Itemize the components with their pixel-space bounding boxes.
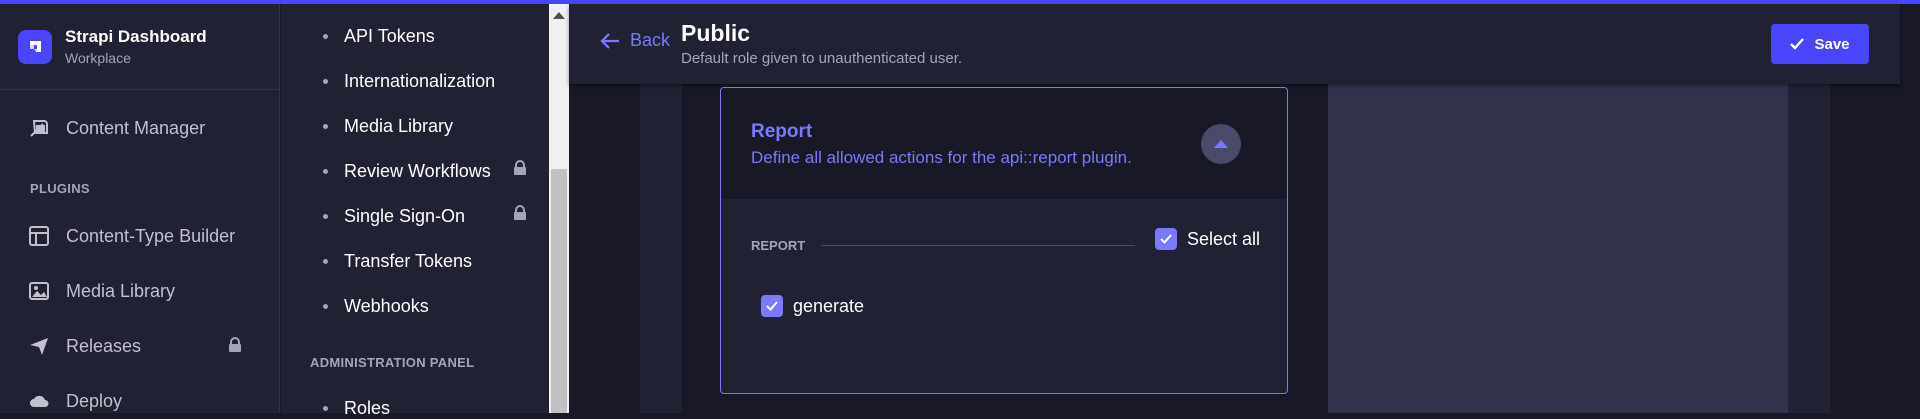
sub-nav-scrollbar[interactable] <box>549 4 569 413</box>
nav-item-label: Content-Type Builder <box>66 225 236 246</box>
generate-label[interactable]: generate <box>793 296 864 317</box>
sub-nav-label: Webhooks <box>344 296 429 316</box>
layout-icon <box>29 226 49 246</box>
brand-subtitle: Workplace <box>65 50 131 66</box>
sub-nav-label: Review Workflows <box>344 161 491 181</box>
sub-nav-label: Media Library <box>344 116 454 136</box>
nav-item-content-manager[interactable]: Content Manager <box>28 117 205 139</box>
right-edge <box>1900 4 1920 413</box>
check-icon <box>766 301 778 311</box>
select-all-label[interactable]: Select all <box>1187 229 1260 250</box>
strapi-logo-icon <box>18 29 52 64</box>
nav-item-label: Deploy <box>66 390 123 411</box>
scroll-up-arrow-icon[interactable] <box>553 12 565 19</box>
generate-checkbox[interactable] <box>761 295 783 317</box>
feather-icon <box>30 120 48 137</box>
caret-up-icon <box>1214 140 1228 148</box>
save-label: Save <box>1814 35 1850 53</box>
nav-item-deploy[interactable]: Deploy <box>28 390 122 412</box>
sub-nav-label: API Tokens <box>344 26 435 46</box>
collapse-button[interactable] <box>1201 124 1241 164</box>
sub-nav-label: Internationalization <box>344 71 496 91</box>
image-icon <box>29 282 49 300</box>
lock-icon <box>514 160 526 175</box>
back-link[interactable]: Back <box>600 30 670 51</box>
nav-item-media-library[interactable]: Media Library <box>28 280 175 302</box>
sub-nav-item-media-library[interactable]: Media Library <box>323 116 453 137</box>
card-description: Define all allowed actions for the api::… <box>751 148 1132 167</box>
sub-nav-item-single-sign-on[interactable]: Single Sign-On <box>323 206 465 227</box>
section-label: REPORT <box>751 238 806 253</box>
page-header <box>569 4 1900 84</box>
scroll-thumb[interactable] <box>551 169 567 413</box>
sub-nav-item-review-workflows[interactable]: Review Workflows <box>323 161 491 182</box>
check-icon <box>1790 38 1805 50</box>
nav-item-releases[interactable]: Releases <box>28 335 141 357</box>
card-header[interactable]: Report Define all allowed actions for th… <box>721 88 1287 199</box>
page-title: Public <box>681 20 751 46</box>
sub-nav-item-internationalization[interactable]: Internationalization <box>323 71 495 92</box>
arrow-left-icon <box>600 32 619 49</box>
check-icon <box>1160 234 1172 244</box>
back-label: Back <box>630 30 671 50</box>
section-divider <box>821 245 1135 246</box>
sub-nav-item-webhooks[interactable]: Webhooks <box>323 296 429 317</box>
sub-nav-item-roles[interactable]: Roles <box>323 398 390 419</box>
brand-title: Strapi Dashboard <box>65 27 207 46</box>
administration-panel-section-title: ADMINISTRATION PANEL <box>310 355 475 370</box>
policies-panel <box>1328 84 1788 413</box>
lock-icon <box>229 337 241 352</box>
save-button[interactable]: Save <box>1771 24 1869 64</box>
nav-item-label: Content Manager <box>66 117 206 138</box>
sub-nav-label: Transfer Tokens <box>344 251 473 271</box>
brand: Strapi Dashboard Workplace <box>0 4 279 90</box>
nav-item-content-type-builder[interactable]: Content-Type Builder <box>28 225 235 247</box>
report-permission-card: Report Define all allowed actions for th… <box>720 87 1288 394</box>
nav-item-label: Releases <box>66 335 142 356</box>
sub-nav-item-api-tokens[interactable]: API Tokens <box>323 26 435 47</box>
lock-icon <box>514 205 526 220</box>
page-subtitle: Default role given to unauthenticated us… <box>681 50 963 67</box>
card-title: Report <box>751 121 813 142</box>
select-all-checkbox[interactable] <box>1155 228 1177 250</box>
sub-nav-label: Single Sign-On <box>344 206 466 226</box>
paper-plane-icon <box>30 338 48 355</box>
sub-nav-label: Roles <box>344 398 391 418</box>
nav-item-label: Media Library <box>66 280 176 301</box>
plugins-section-title: PLUGINS <box>30 181 90 196</box>
cloud-icon <box>30 395 49 407</box>
sub-nav-item-transfer-tokens[interactable]: Transfer Tokens <box>323 251 472 272</box>
